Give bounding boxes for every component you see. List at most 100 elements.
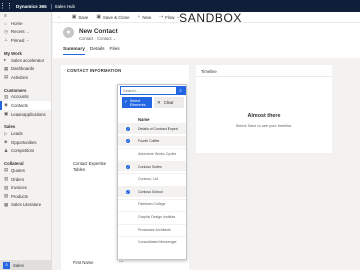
list-item[interactable]: Adventure Works Cycles xyxy=(118,148,186,159)
list-item[interactable]: ✓ Contoso School xyxy=(118,186,186,197)
save-button[interactable]: ▣ Save xyxy=(68,15,93,20)
pin-icon: ⊥ xyxy=(4,37,8,43)
sidebar-item-contacts[interactable]: ◉ Contacts xyxy=(0,101,51,110)
home-icon: ⌂ xyxy=(4,20,7,26)
sidebar-item-label: Leads xyxy=(11,131,23,137)
dropdown-search: ⌕ xyxy=(120,86,186,95)
new-label: New xyxy=(142,14,152,20)
check-icon: ✓ xyxy=(125,126,131,131)
sidebar-item-recent[interactable]: ◷ Recent ⌄ xyxy=(0,28,51,37)
clear-label: Clear xyxy=(163,100,174,105)
option-label: Adventure Works Cycles xyxy=(138,151,177,156)
sidebar-item-opportunities[interactable]: ◈ Opportunities xyxy=(0,138,51,147)
checkbox[interactable]: ✓ xyxy=(118,164,138,169)
accelerator-icon: ▸ xyxy=(4,57,7,63)
sidebar-item-quotes[interactable]: ▤ Quotes xyxy=(0,166,51,175)
tab-list: Summary Details Files xyxy=(63,47,125,55)
option-label: Consolidated Messenger xyxy=(138,240,177,245)
sidebar-item-label: Quotes xyxy=(11,167,25,173)
search-input[interactable] xyxy=(121,88,177,93)
hamburger-icon[interactable]: ≡ xyxy=(0,12,51,19)
list-item[interactable]: Contoso, Ltd. xyxy=(118,173,186,184)
sidebar-item-sales-literature[interactable]: ▩ Sales Literature xyxy=(0,201,51,210)
sidebar-item-dashboards[interactable]: ▦ Dashboards xyxy=(0,64,51,73)
clear-button[interactable]: ✕ Clear xyxy=(154,97,184,108)
option-label: Contoso School xyxy=(138,189,163,194)
sidebar-item-competitors[interactable]: ♟ Competitors xyxy=(0,147,51,156)
sidebar-item-leaanapplications[interactable]: ▣ Leaanapplications xyxy=(0,110,51,119)
sidebar-item-label: Accounts xyxy=(11,94,29,100)
sidebar-item-home[interactable]: ⌂ Home xyxy=(0,19,51,28)
tab-files[interactable]: Files xyxy=(110,47,120,55)
checkbox[interactable]: ✓ xyxy=(118,126,138,131)
sidebar: ≡ ⌂ Home ◷ Recent ⌄ ⊥ Pinned ⌄ My Work ▸ Sales ac… xyxy=(0,12,52,270)
avatar: ● xyxy=(63,27,74,38)
invoices-icon: ▧ xyxy=(4,184,9,190)
sidebar-group-title: Customers xyxy=(4,87,27,93)
sidebar-group-title: Collateral xyxy=(4,161,24,167)
flow-label: Flow xyxy=(165,14,175,20)
tab-details[interactable]: Details xyxy=(90,47,105,55)
option-label: Contoso Suites xyxy=(138,164,162,169)
sidebar-item-label: Leaanapplications xyxy=(11,111,46,117)
list-item[interactable]: Fabrikam College xyxy=(118,198,186,210)
sidebar-item-label: Competitors xyxy=(11,148,35,154)
sidebar-item-sales-accelerator[interactable]: ▸ Sales accelerator xyxy=(0,56,51,65)
sidebar-item-label: Contacts xyxy=(11,102,28,108)
form-subtitle[interactable]: Contact · Contact ⌄ xyxy=(79,36,116,41)
list-item[interactable]: Graphic Design Institute xyxy=(118,211,186,222)
new-button[interactable]: + New xyxy=(134,15,156,20)
option-label: Contoso, Ltd. xyxy=(138,177,159,182)
list-item[interactable]: Proseware Architects xyxy=(118,223,186,235)
products-icon: ▨ xyxy=(4,193,9,199)
list-item[interactable]: ✓ Details of Contract Expert xyxy=(118,123,186,134)
close-icon: ✕ xyxy=(157,99,161,105)
save-close-button[interactable]: ▣ Save & Close xyxy=(92,15,133,20)
list-header: Name xyxy=(138,117,150,122)
waffle-icon[interactable]: ⋮⋮ xyxy=(0,0,13,12)
sidebar-item-pinned[interactable]: ⊥ Pinned ⌄ xyxy=(0,36,51,45)
sidebar-item-accounts[interactable]: ▥ Accounts xyxy=(0,93,51,102)
clock-icon: ◷ xyxy=(4,28,8,34)
sidebar-item-leads[interactable]: ▷ Leads xyxy=(0,129,51,138)
save-close-label: Save & Close xyxy=(102,14,130,20)
checkbox[interactable]: ✓ xyxy=(118,139,138,144)
back-button[interactable]: ← xyxy=(53,15,68,20)
sidebar-group-title: My Work xyxy=(4,50,22,56)
sidebar-item-orders[interactable]: ▥ Orders xyxy=(0,175,51,184)
quotes-icon: ▤ xyxy=(4,167,9,173)
opportunities-icon: ◈ xyxy=(4,139,8,145)
area-switcher[interactable]: S Sales xyxy=(0,260,52,270)
option-label: Proseware Architects xyxy=(138,227,171,232)
checkbox[interactable]: ✓ xyxy=(118,189,138,194)
sidebar-item-label: Opportunities xyxy=(11,139,37,145)
timeline-empty-message: Select Save to see your timeline. xyxy=(235,123,293,128)
sidebar-item-label: Sales accelerator xyxy=(11,57,45,63)
flow-icon: ⇢ xyxy=(159,14,164,20)
form-header: ● New Contact Contact · Contact ⌄ Summar… xyxy=(53,23,360,58)
activities-icon: ▤ xyxy=(4,74,9,80)
sidebar-item-activities[interactable]: ▤ Activities xyxy=(0,73,51,82)
tab-summary[interactable]: Summary xyxy=(63,47,85,55)
section-title: CONTACT INFORMATION xyxy=(67,68,122,73)
first-name-label: First Name xyxy=(73,260,94,265)
search-icon[interactable]: ⌕ xyxy=(176,86,185,95)
timeline-panel: Timeline Almost there Select Save to see… xyxy=(196,65,332,153)
command-bar: ← ▣ Save ▣ Save & Close + New ⇢ Flow ⌄ SANDBO… xyxy=(53,12,360,24)
timeline-empty-title: Almost there xyxy=(247,113,281,119)
page-title: New Contact xyxy=(79,28,118,35)
sidebar-item-label: Home xyxy=(11,20,23,26)
sidebar-item-label: Activities xyxy=(11,74,28,80)
select-elements-button[interactable]: ✓ Select Elements xyxy=(122,97,152,108)
sidebar-item-label: Products xyxy=(11,193,28,199)
app-name[interactable]: Dynamics 365 xyxy=(12,4,51,9)
sidebar-item-products[interactable]: ▨ Products xyxy=(0,192,51,201)
dashboard-icon: ▦ xyxy=(4,65,9,71)
sidebar-item-invoices[interactable]: ▧ Invoices xyxy=(0,183,51,192)
list-item[interactable]: ✓ Contoso Suites xyxy=(118,160,186,172)
list-item[interactable]: Consolidated Messenger xyxy=(118,236,186,247)
check-icon: ✓ xyxy=(125,139,131,144)
list-item[interactable]: ✓ Fourth Coffee xyxy=(118,135,186,147)
app-area-name[interactable]: Sales Hub xyxy=(50,3,75,9)
option-label: Fabrikam College xyxy=(138,202,166,207)
